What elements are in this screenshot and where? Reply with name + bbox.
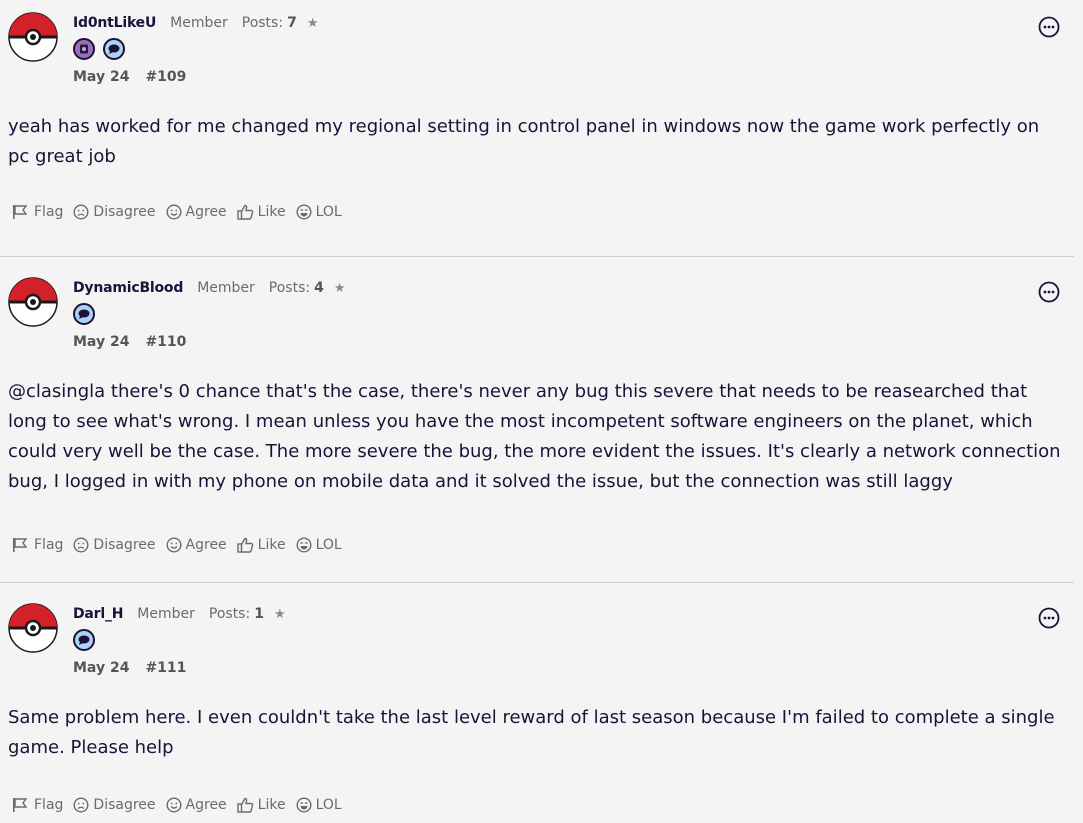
star-icon: ★ — [306, 15, 319, 31]
comment-badge[interactable] — [73, 303, 95, 325]
like-label: Like — [257, 537, 286, 553]
thumbs-up-icon — [236, 797, 253, 813]
star-icon: ★ — [273, 606, 286, 622]
author-name[interactable]: DynamicBlood — [73, 280, 183, 296]
flag-icon — [13, 538, 28, 552]
lol-reaction[interactable]: LOL — [296, 537, 342, 553]
post-date-line: May 24 #111 — [73, 655, 1074, 681]
post-number[interactable]: #111 — [145, 660, 186, 676]
disagree-label: Disagree — [93, 797, 156, 813]
agree-label: Agree — [185, 797, 227, 813]
flag-reaction[interactable]: Flag — [12, 537, 63, 553]
options-icon[interactable] — [1038, 16, 1060, 38]
post-body: @clasingla there's 0 chance that's the c… — [8, 381, 1061, 492]
agree-icon — [166, 797, 182, 813]
post-body: Same problem here. I even couldn't take … — [8, 707, 1055, 758]
posts-label: Posts: — [268, 280, 311, 296]
post-body: yeah has worked for me changed my region… — [8, 116, 1040, 167]
flag-label: Flag — [34, 797, 64, 813]
lol-label: LOL — [315, 537, 342, 553]
agree-icon — [166, 204, 182, 220]
author-name[interactable]: Id0ntLikeU — [73, 15, 156, 31]
posts-count: 1 — [254, 606, 264, 622]
agree-reaction[interactable]: Agree — [166, 204, 227, 220]
post-111: Darl_H Member Posts: 1 ★ May 24 #111 Sam… — [0, 583, 1074, 823]
post-110: DynamicBlood Member Posts: 4 ★ May 24 #1… — [0, 257, 1074, 583]
lol-label: LOL — [315, 204, 342, 220]
author-role: Member — [197, 280, 255, 296]
comment-badge[interactable] — [103, 38, 125, 60]
author-name[interactable]: Darl_H — [73, 606, 123, 622]
pokeball-avatar[interactable] — [8, 277, 58, 327]
badges — [73, 34, 1074, 64]
post-meta: DynamicBlood Member Posts: 4 ★ — [73, 277, 1074, 299]
reaction-bar: Flag Disagree Agree Like LOL — [12, 537, 352, 553]
author-role: Member — [170, 15, 228, 31]
posts-label: Posts: — [208, 606, 251, 622]
lol-icon — [296, 204, 312, 220]
options-icon[interactable] — [1038, 607, 1060, 629]
star-icon: ★ — [333, 280, 346, 296]
lol-icon — [296, 537, 312, 553]
pokeball-avatar[interactable] — [8, 603, 58, 653]
like-reaction[interactable]: Like — [236, 797, 286, 813]
flag-icon — [13, 798, 28, 812]
post-date[interactable]: May 24 — [73, 69, 129, 85]
lol-icon — [296, 797, 312, 813]
disagree-label: Disagree — [93, 204, 156, 220]
lol-reaction[interactable]: LOL — [296, 797, 342, 813]
options-icon[interactable] — [1038, 281, 1060, 303]
comment-badge[interactable] — [73, 629, 95, 651]
disagree-reaction[interactable]: Disagree — [73, 797, 156, 813]
like-reaction[interactable]: Like — [236, 204, 286, 220]
disagree-icon — [73, 537, 89, 553]
flag-reaction[interactable]: Flag — [12, 797, 63, 813]
post-number[interactable]: #110 — [145, 334, 186, 350]
posts-count: 4 — [314, 280, 324, 296]
agree-reaction[interactable]: Agree — [166, 537, 227, 553]
disagree-reaction[interactable]: Disagree — [73, 537, 156, 553]
post-meta: Darl_H Member Posts: 1 ★ — [73, 603, 1074, 625]
post-date-line: May 24 #110 — [73, 329, 1074, 355]
post-date[interactable]: May 24 — [73, 660, 129, 676]
like-label: Like — [257, 204, 286, 220]
thumbs-up-icon — [236, 537, 253, 553]
post-date[interactable]: May 24 — [73, 334, 129, 350]
posts-count: 7 — [287, 15, 297, 31]
thumbs-up-icon — [236, 204, 253, 220]
badges — [73, 625, 1074, 655]
pokeball-avatar[interactable] — [8, 12, 58, 62]
badges — [73, 299, 1074, 329]
lol-reaction[interactable]: LOL — [296, 204, 342, 220]
like-label: Like — [257, 797, 286, 813]
disagree-label: Disagree — [93, 537, 156, 553]
flag-icon — [13, 205, 28, 219]
post-109: Id0ntLikeU Member Posts: 7 ★ May 24 #109… — [0, 0, 1074, 257]
agree-label: Agree — [185, 204, 227, 220]
lol-label: LOL — [315, 797, 342, 813]
author-role: Member — [137, 606, 195, 622]
agree-label: Agree — [185, 537, 227, 553]
post-date-line: May 24 #109 — [73, 64, 1074, 90]
flag-label: Flag — [34, 204, 64, 220]
disagree-icon — [73, 204, 89, 220]
flag-reaction[interactable]: Flag — [12, 204, 63, 220]
reaction-bar: Flag Disagree Agree Like LOL — [12, 797, 352, 813]
disagree-icon — [73, 797, 89, 813]
post-meta: Id0ntLikeU Member Posts: 7 ★ — [73, 12, 1074, 34]
posts-label: Posts: — [241, 15, 284, 31]
first-post-badge[interactable] — [73, 38, 95, 60]
agree-icon — [166, 537, 182, 553]
reaction-bar: Flag Disagree Agree Like LOL — [12, 204, 352, 220]
like-reaction[interactable]: Like — [236, 537, 286, 553]
flag-label: Flag — [34, 537, 64, 553]
disagree-reaction[interactable]: Disagree — [73, 204, 156, 220]
post-number[interactable]: #109 — [145, 69, 186, 85]
agree-reaction[interactable]: Agree — [166, 797, 227, 813]
